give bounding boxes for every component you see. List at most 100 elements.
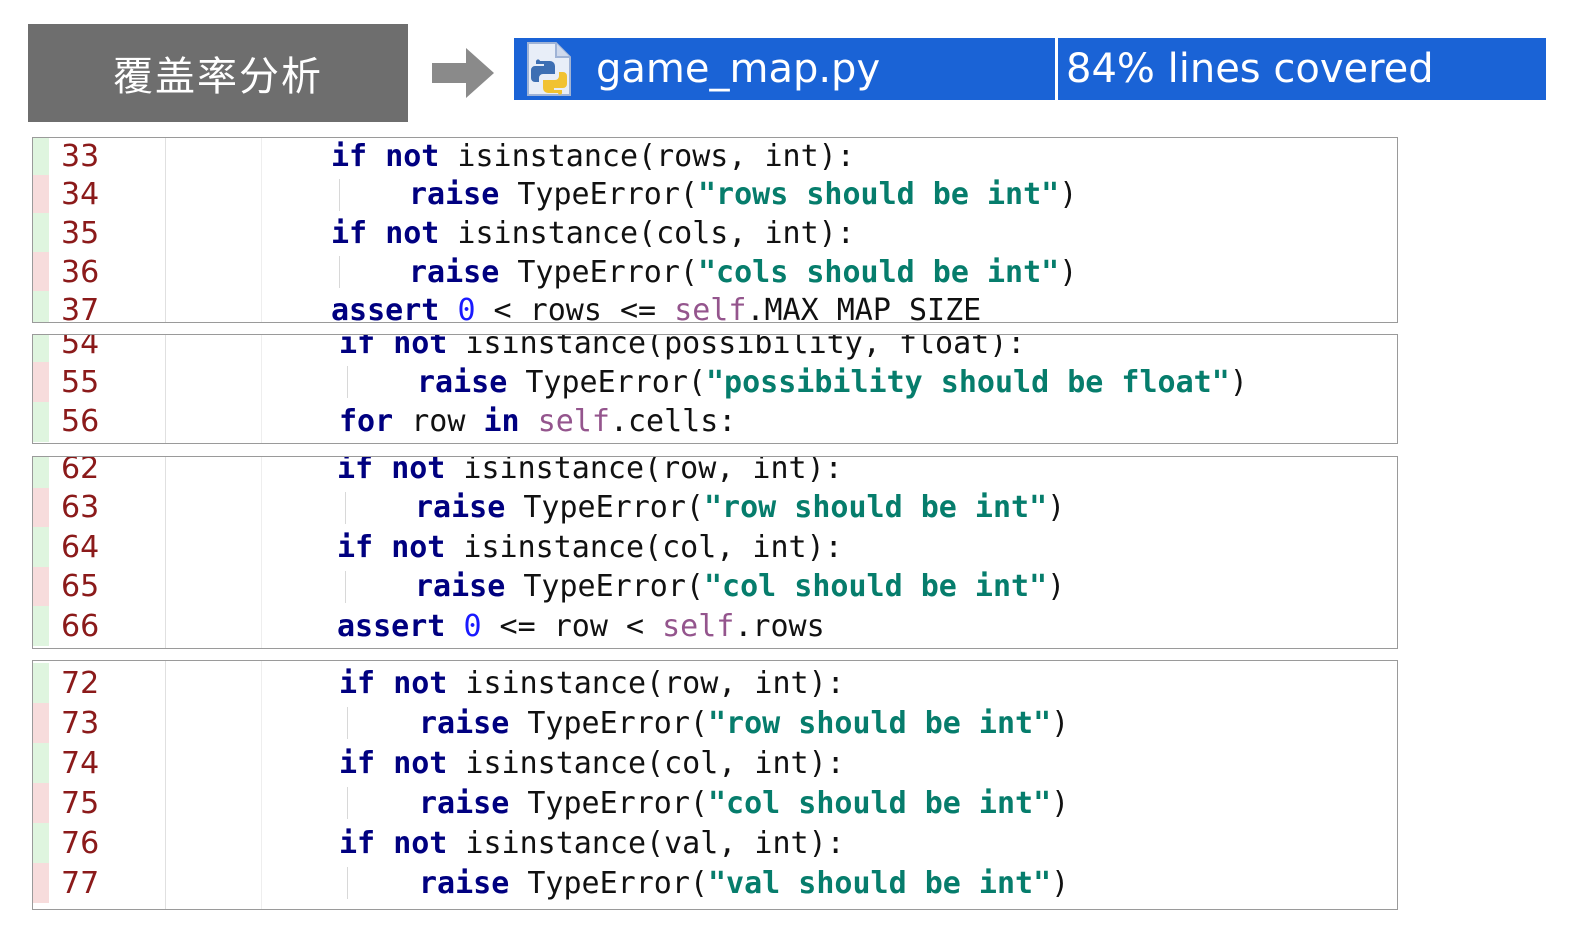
code-token: ) xyxy=(1051,785,1070,821)
line-number: 76 xyxy=(61,825,100,861)
code-token: .cells: xyxy=(609,404,737,440)
code-line: 55 raise TypeError("possibility should be… xyxy=(33,362,1397,403)
code-token: if xyxy=(339,825,376,861)
indent-guide xyxy=(345,570,346,603)
line-number: 62 xyxy=(61,456,100,486)
code-line: 56 for row in self.cells: xyxy=(33,401,1397,442)
code-token: ) xyxy=(1229,364,1248,400)
code-token: TypeError( xyxy=(505,569,704,605)
code-token: raise xyxy=(409,177,500,213)
code-text: if not isinstance(cols, int): xyxy=(331,216,855,251)
missed-marker xyxy=(33,487,49,528)
missed-marker xyxy=(33,703,49,743)
line-number: 54 xyxy=(61,334,100,361)
coverage-summary: 84% lines covered xyxy=(1066,46,1434,92)
code-token: raise xyxy=(419,785,510,821)
code-line: 66 assert 0 <= row < self.rows xyxy=(33,606,1397,647)
code-token: isinstance(val, int): xyxy=(447,825,845,861)
code-token: not xyxy=(393,665,448,701)
code-panel-4: 72 if not isinstance(row, int): 73 raise Ty… xyxy=(32,660,1398,910)
code-panel-3: 62 if not isinstance(row, int): 63 raise Ty… xyxy=(32,456,1398,649)
code-token: self xyxy=(674,293,747,323)
code-token: ) xyxy=(1059,254,1078,290)
code-token: isinstance(col, int): xyxy=(447,745,845,781)
code-token: assert xyxy=(331,293,440,323)
code-token: "col should be int" xyxy=(704,569,1048,605)
code-token: not xyxy=(393,745,448,781)
code-token: ) xyxy=(1051,865,1070,901)
code-token: isinstance(cols, int): xyxy=(439,215,855,251)
code-token: "cols should be int" xyxy=(698,254,1060,290)
code-token: not xyxy=(393,334,448,361)
code-line: 77 raise TypeError("val should be int") xyxy=(33,863,1397,903)
indent-guide xyxy=(347,867,348,899)
code-token: not xyxy=(385,215,440,251)
covered-marker xyxy=(33,290,49,322)
code-text: if not isinstance(col, int): xyxy=(339,746,845,781)
code-token: 0 xyxy=(463,608,482,644)
line-number: 75 xyxy=(61,785,100,821)
line-number: 56 xyxy=(61,404,100,440)
code-token: row xyxy=(393,404,484,440)
indent-guide xyxy=(339,178,340,211)
code-token: ) xyxy=(1059,177,1078,213)
coverage-file-name: game_map.py xyxy=(596,46,881,92)
code-line: 63 raise TypeError("row should be int") xyxy=(33,487,1397,528)
code-token: isinstance(col, int): xyxy=(445,529,843,565)
coverage-bar: game_map.py 84% lines covered xyxy=(514,38,1546,100)
code-token: 0 xyxy=(457,293,476,323)
code-line: 35 if not isinstance(cols, int): xyxy=(33,213,1397,254)
indent-guide xyxy=(347,707,348,739)
code-text: raise TypeError("rows should be int") xyxy=(409,177,1077,212)
coverage-file[interactable]: game_map.py xyxy=(514,38,1058,100)
code-line: 75 raise TypeError("col should be int") xyxy=(33,783,1397,823)
code-token: assert xyxy=(337,608,446,644)
code-token: raise xyxy=(417,364,508,400)
code-line: 73 raise TypeError("row should be int") xyxy=(33,703,1397,743)
code-line: 62 if not isinstance(row, int): xyxy=(33,456,1397,488)
code-line: 33 if not isinstance(rows, int): xyxy=(33,138,1397,176)
covered-marker xyxy=(33,457,49,488)
covered-marker xyxy=(33,743,49,783)
code-line: 54 if not isinstance(possibility, float): xyxy=(33,334,1397,363)
code-token: if xyxy=(331,215,368,251)
code-text: raise TypeError("possibility should be f… xyxy=(417,365,1248,400)
code-token: "rows should be int" xyxy=(698,177,1060,213)
code-line: 65 raise TypeError("col should be int") xyxy=(33,566,1397,607)
code-line: 72 if not isinstance(row, int): xyxy=(33,663,1397,703)
covered-marker xyxy=(33,823,49,863)
code-line: 36 raise TypeError("cols should be int") xyxy=(33,252,1397,293)
code-token: TypeError( xyxy=(505,490,704,526)
code-panel-2: 54 if not isinstance(possibility, float):… xyxy=(32,334,1398,444)
code-token: < rows <= xyxy=(475,293,675,323)
code-text: for row in self.cells: xyxy=(339,404,736,439)
line-number: 55 xyxy=(61,364,100,400)
code-token: TypeError( xyxy=(499,177,698,213)
code-token: raise xyxy=(415,490,506,526)
covered-marker xyxy=(33,335,49,363)
line-number: 73 xyxy=(61,705,100,741)
line-number: 64 xyxy=(61,529,100,565)
code-token: TypeError( xyxy=(509,705,708,741)
code-token: .MAX_MAP_SIZE xyxy=(746,293,982,323)
code-token: isinstance(possibility, float): xyxy=(447,334,1026,361)
code-token: raise xyxy=(409,254,500,290)
line-number: 35 xyxy=(61,215,100,251)
code-token: if xyxy=(337,456,374,486)
code-token: "row should be int" xyxy=(704,490,1048,526)
python-file-icon xyxy=(527,42,571,96)
code-token: for xyxy=(339,404,394,440)
covered-marker xyxy=(33,213,49,254)
code-text: if not isinstance(col, int): xyxy=(337,530,843,565)
code-token: self xyxy=(537,404,610,440)
code-token: in xyxy=(483,404,520,440)
code-token: TypeError( xyxy=(499,254,698,290)
code-text: raise TypeError("cols should be int") xyxy=(409,255,1077,290)
covered-marker xyxy=(33,138,49,176)
